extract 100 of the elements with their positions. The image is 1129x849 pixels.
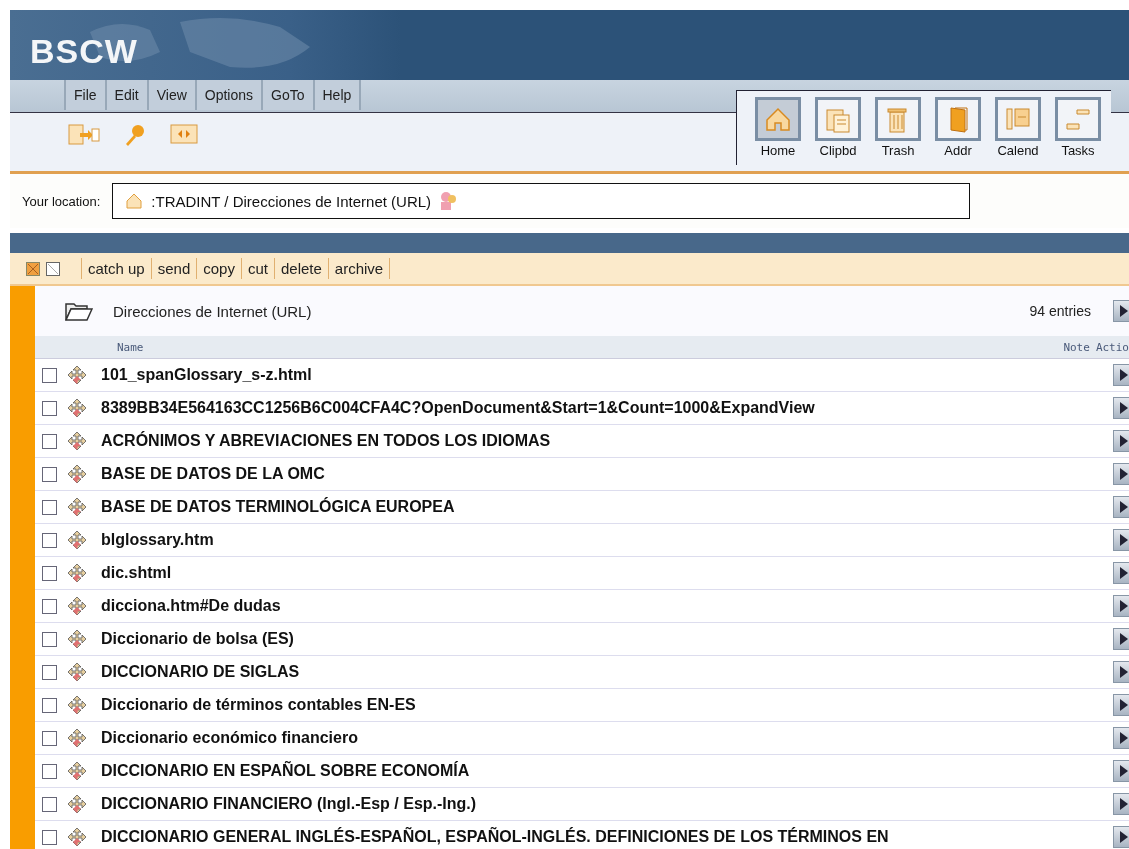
action-link[interactable]: cut xyxy=(240,258,274,279)
entry-link[interactable]: Diccionario de bolsa (ES) xyxy=(101,630,294,648)
column-header[interactable]: Name xyxy=(117,340,144,354)
action-menu-button[interactable] xyxy=(1113,300,1129,322)
entry-link[interactable]: 8389BB34E564163CC1256B6C004CFA4C?OpenDocument&Start=1&Count=1000&ExpandView xyxy=(101,399,815,417)
triangle-right-icon xyxy=(1120,435,1128,447)
row-checkbox[interactable] xyxy=(42,730,57,746)
link-arrows-icon xyxy=(67,365,87,385)
column-header[interactable]: Actio xyxy=(1095,340,1129,354)
row-checkbox[interactable] xyxy=(42,829,57,845)
menu-item[interactable]: File xyxy=(64,80,105,110)
triangle-right-icon xyxy=(1120,369,1128,381)
action-menu-button[interactable] xyxy=(1113,826,1129,848)
link-arrows-icon xyxy=(67,827,87,847)
action-link[interactable]: archive xyxy=(327,258,391,279)
action-menu-button[interactable] xyxy=(1113,496,1129,518)
action-menu-button[interactable] xyxy=(1113,760,1129,782)
action-link[interactable]: delete xyxy=(273,258,328,279)
triangle-right-icon xyxy=(1120,699,1128,711)
link-arrows-icon xyxy=(67,794,87,814)
entry-link[interactable]: BASE DE DATOS DE LA OMC xyxy=(101,465,325,483)
row-checkbox[interactable] xyxy=(42,763,57,779)
triangle-right-icon xyxy=(1120,534,1128,546)
menu-item[interactable]: View xyxy=(146,80,195,110)
entry-link[interactable]: BASE DE DATOS TERMINOLÓGICA EUROPEA xyxy=(101,498,455,516)
row-checkbox[interactable] xyxy=(42,367,57,383)
link-arrows-icon xyxy=(67,431,87,451)
action-link[interactable]: catch up xyxy=(81,258,151,279)
action-menu-button[interactable] xyxy=(1113,430,1129,452)
entry-link[interactable]: DICCIONARIO EN ESPAÑOL SOBRE ECONOMÍA xyxy=(101,762,470,780)
action-menu-button[interactable] xyxy=(1113,463,1129,485)
row-checkbox[interactable] xyxy=(42,466,57,482)
action-menu-button[interactable] xyxy=(1113,628,1129,650)
triangle-right-icon xyxy=(1120,501,1128,513)
row-checkbox[interactable] xyxy=(42,499,57,515)
action-menu-button[interactable] xyxy=(1113,364,1129,386)
entry-link[interactable]: dicciona.htm#De dudas xyxy=(101,597,281,615)
row-checkbox[interactable] xyxy=(42,664,57,680)
action-link[interactable]: copy xyxy=(196,258,241,279)
entry-link[interactable]: Diccionario económico financiero xyxy=(101,729,358,747)
menu-item[interactable]: Help xyxy=(312,80,362,110)
link-arrows-icon xyxy=(67,398,87,418)
triangle-right-icon xyxy=(1120,831,1128,843)
location-path: :TRADINT / Direcciones de Internet (URL) xyxy=(151,192,432,210)
menu-item[interactable]: Options xyxy=(194,80,262,110)
deselect-all-icon[interactable] xyxy=(46,261,60,276)
action-menu-button[interactable] xyxy=(1113,529,1129,551)
triangle-right-icon xyxy=(1120,402,1128,414)
row-checkbox[interactable] xyxy=(42,598,57,614)
link-arrows-icon xyxy=(67,596,87,616)
menu-item[interactable]: GoTo xyxy=(261,80,313,110)
select-all-icon[interactable] xyxy=(26,261,40,276)
link-arrows-icon xyxy=(67,530,87,550)
row-checkbox[interactable] xyxy=(42,400,57,416)
entry-link[interactable]: DICCIONARIO GENERAL INGLÉS-ESPAÑOL, ESPAÑOL-INGLÉS. DEFINICIONES DE LOS TÉRMINOS EN xyxy=(101,828,889,846)
link-arrows-icon xyxy=(67,761,87,781)
action-menu-button[interactable] xyxy=(1113,661,1129,683)
triangle-right-icon xyxy=(1120,305,1128,317)
entry-link[interactable]: DICCIONARIO DE SIGLAS xyxy=(101,663,300,681)
action-menu-button[interactable] xyxy=(1113,793,1129,815)
entry-link[interactable]: Diccionario de términos contables EN-ES xyxy=(101,696,416,714)
triangle-right-icon xyxy=(1120,798,1128,810)
row-checkbox[interactable] xyxy=(42,565,57,581)
entry-link[interactable]: DICCIONARIO FINANCIERO (Ingl.-Esp / Esp.-Ing.) xyxy=(101,795,477,813)
link-arrows-icon xyxy=(67,728,87,748)
entry-link[interactable]: ACRÓNIMOS Y ABREVIACIONES EN TODOS LOS IDIOMAS xyxy=(101,432,551,450)
action-menu-button[interactable] xyxy=(1113,562,1129,584)
open-folder-icon xyxy=(65,301,93,321)
triangle-right-icon xyxy=(1120,468,1128,480)
row-checkbox[interactable] xyxy=(42,433,57,449)
folder-title: Direcciones de Internet (URL) xyxy=(113,302,312,320)
entry-link[interactable]: dic.shtml xyxy=(101,564,172,582)
entry-link[interactable]: blglossary.htm xyxy=(101,531,214,549)
action-link[interactable]: send xyxy=(150,258,197,279)
triangle-right-icon xyxy=(1120,732,1128,744)
menu-item[interactable]: Edit xyxy=(104,80,147,110)
link-arrows-icon xyxy=(67,629,87,649)
row-checkbox[interactable] xyxy=(42,631,57,647)
row-checkbox[interactable] xyxy=(42,532,57,548)
action-menu-button[interactable] xyxy=(1113,727,1129,749)
entry-link[interactable]: 101_spanGlossary_s-z.html xyxy=(101,366,312,384)
link-arrows-icon xyxy=(67,695,87,715)
row-checkbox[interactable] xyxy=(42,697,57,713)
move-icon[interactable] xyxy=(170,123,200,147)
action-menu-button[interactable] xyxy=(1113,595,1129,617)
action-menu-button[interactable] xyxy=(1113,397,1129,419)
triangle-right-icon xyxy=(1120,666,1128,678)
logo-text: BSCW xyxy=(30,31,138,71)
location-label: Your location: xyxy=(22,193,101,209)
row-checkbox[interactable] xyxy=(42,796,57,812)
triangle-right-icon xyxy=(1120,600,1128,612)
link-arrows-icon xyxy=(67,662,87,682)
triangle-right-icon xyxy=(1120,765,1128,777)
triangle-right-icon xyxy=(1120,633,1128,645)
link-arrows-icon xyxy=(67,464,87,484)
link-arrows-icon xyxy=(67,497,87,517)
column-header[interactable]: Note xyxy=(1063,340,1090,354)
link-arrows-icon xyxy=(67,563,87,583)
entry-count: 94 entries xyxy=(1029,303,1091,319)
action-menu-button[interactable] xyxy=(1113,694,1129,716)
